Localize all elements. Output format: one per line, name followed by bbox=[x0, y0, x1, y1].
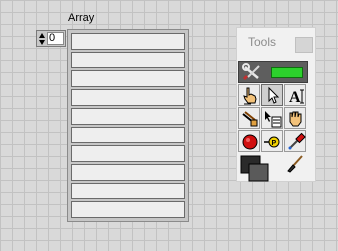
array-element[interactable] bbox=[71, 182, 185, 200]
probe-data-tool[interactable]: P bbox=[261, 130, 283, 152]
connect-wire-tool[interactable] bbox=[238, 107, 260, 129]
array-element[interactable] bbox=[71, 33, 185, 50]
paint-brush-tool[interactable] bbox=[284, 153, 306, 175]
array-element[interactable] bbox=[71, 163, 185, 181]
text-cursor-icon: A bbox=[289, 89, 304, 106]
svg-text:P: P bbox=[272, 140, 277, 147]
close-button[interactable] bbox=[295, 37, 313, 53]
color-box-icon bbox=[240, 155, 269, 182]
edit-text-tool[interactable]: A bbox=[284, 84, 306, 106]
set-clear-breakpoint-tool[interactable] bbox=[238, 130, 260, 152]
array-element[interactable] bbox=[71, 89, 185, 106]
paintbrush-icon bbox=[287, 155, 303, 173]
array-element[interactable] bbox=[71, 51, 185, 69]
index-spinner[interactable] bbox=[38, 32, 46, 45]
array-label: Array bbox=[68, 12, 95, 24]
grab-hand-icon bbox=[289, 111, 302, 127]
object-shortcut-menu-tool[interactable] bbox=[261, 107, 283, 129]
probe-icon: P bbox=[264, 136, 280, 148]
array-element[interactable] bbox=[71, 145, 185, 162]
set-color-tool[interactable] bbox=[238, 153, 272, 183]
index-value[interactable]: 0 bbox=[47, 32, 64, 45]
wrench-screwdriver-icon bbox=[242, 63, 260, 81]
array-element[interactable] bbox=[71, 70, 185, 88]
tools-palette: Tools A P bbox=[236, 27, 316, 182]
array-element[interactable] bbox=[71, 126, 185, 144]
decrement-arrow-icon[interactable] bbox=[39, 40, 45, 45]
svg-text:A: A bbox=[289, 89, 301, 106]
operate-value-tool[interactable] bbox=[238, 84, 260, 106]
tools-palette-title: Tools bbox=[248, 35, 277, 49]
get-color-tool[interactable] bbox=[284, 130, 306, 152]
stop-sign-icon bbox=[242, 134, 258, 150]
eyedropper-icon bbox=[288, 132, 306, 150]
pointing-hand-icon bbox=[243, 87, 257, 105]
array-index-display[interactable]: 0 bbox=[36, 30, 66, 47]
scroll-window-tool[interactable] bbox=[284, 107, 306, 129]
increment-arrow-icon[interactable] bbox=[39, 33, 45, 38]
auto-tool-led bbox=[271, 67, 303, 78]
arrow-cursor-icon bbox=[268, 86, 280, 104]
automatic-tool-selection-button[interactable] bbox=[238, 61, 308, 83]
array-element[interactable] bbox=[71, 107, 185, 125]
wiring-spool-icon bbox=[242, 111, 258, 127]
array-elements bbox=[71, 33, 185, 219]
position-size-select-tool[interactable] bbox=[261, 84, 283, 106]
array-element[interactable] bbox=[71, 201, 185, 219]
array-shell[interactable] bbox=[67, 29, 189, 222]
menu-arrow-icon bbox=[265, 111, 282, 128]
